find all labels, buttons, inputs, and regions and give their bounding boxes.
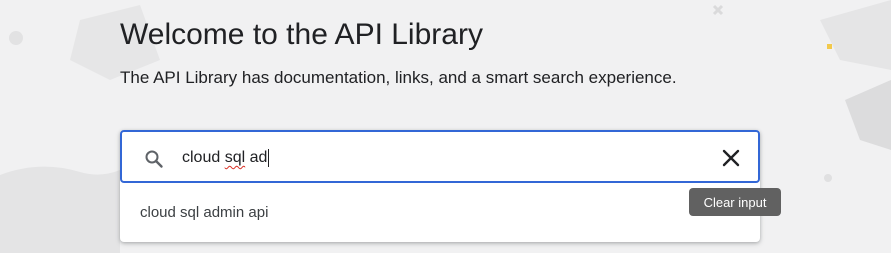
text-caret bbox=[268, 149, 270, 167]
search-input-text-suffix: ad bbox=[245, 149, 268, 166]
search-input[interactable]: cloud sql ad bbox=[182, 144, 702, 172]
clear-input-button[interactable] bbox=[718, 145, 744, 171]
search-icon bbox=[144, 149, 164, 169]
page-subtitle: The API Library has documentation, links… bbox=[120, 68, 677, 87]
page-title: Welcome to the API Library bbox=[120, 18, 483, 51]
search-suggestion-label: cloud sql admin api bbox=[140, 203, 269, 221]
search-container: cloud sql ad cloud sql admin api bbox=[120, 130, 760, 242]
search-input-text-prefix: cloud bbox=[182, 149, 225, 166]
search-input-text-misspelled: sql bbox=[224, 149, 246, 166]
tooltip-text: Clear input bbox=[703, 194, 767, 210]
search-field[interactable]: cloud sql ad bbox=[120, 130, 760, 183]
search-suggestion-item[interactable]: cloud sql admin api bbox=[120, 190, 760, 234]
clear-input-tooltip: Clear input bbox=[689, 188, 781, 216]
close-icon bbox=[722, 149, 740, 167]
